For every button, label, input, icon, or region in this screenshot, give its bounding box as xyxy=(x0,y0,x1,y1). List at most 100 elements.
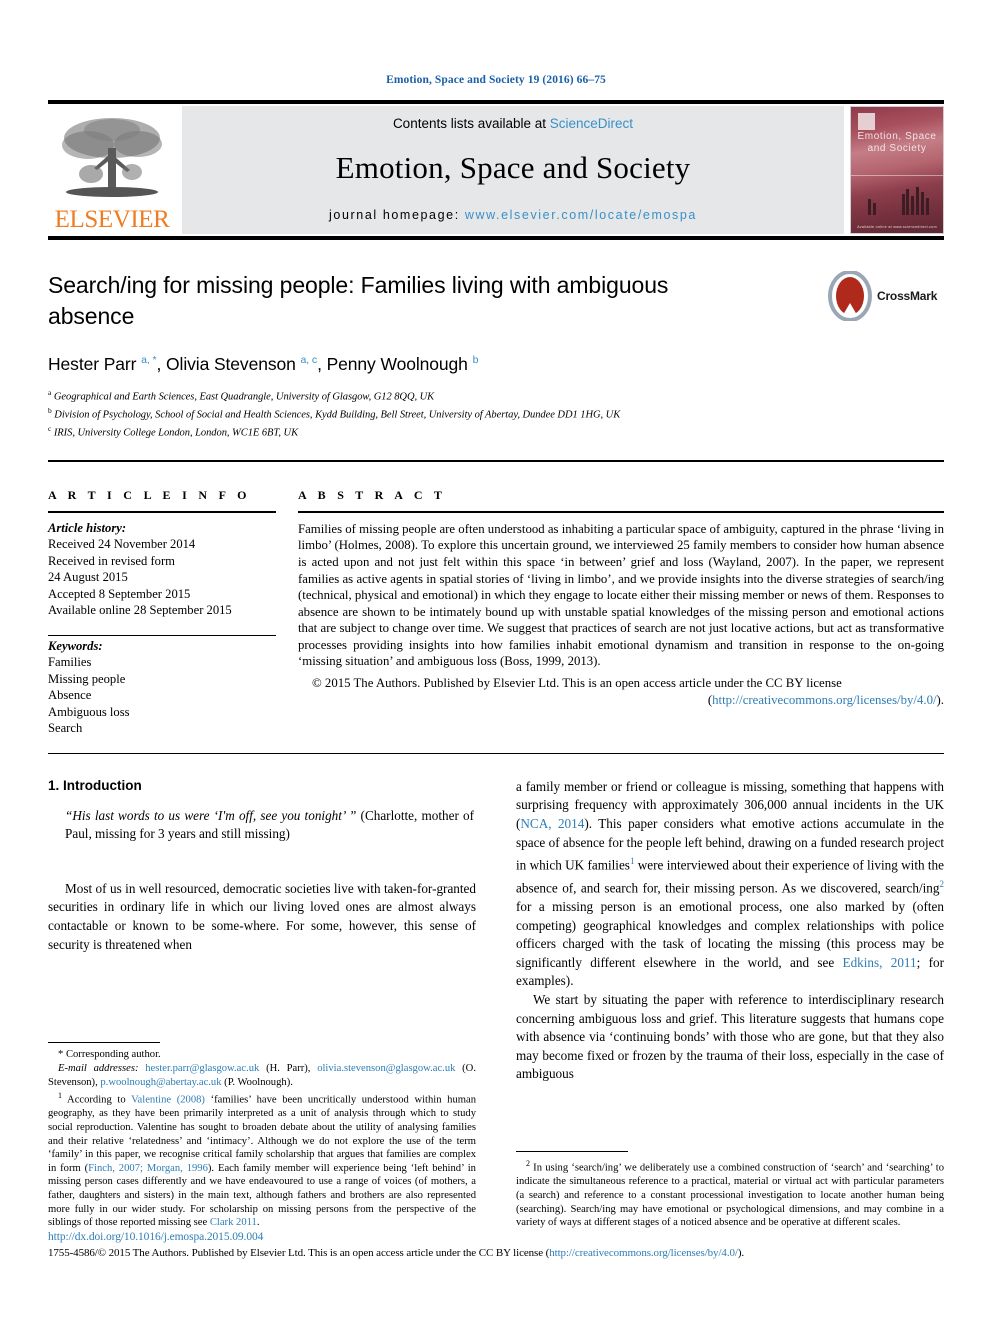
doi-link[interactable]: http://dx.doi.org/10.1016/j.emospa.2015.… xyxy=(48,1231,263,1243)
issn-copyright-text: 1755-4586/© 2015 The Authors. Published … xyxy=(48,1247,550,1259)
cover-elsevier-mark-icon xyxy=(858,113,875,130)
body-columns: 1. Introduction “His last words to us we… xyxy=(48,778,944,1230)
abstract-heading: A B S T R A C T xyxy=(298,487,447,502)
abstract-column: A B S T R A C T Families of missing peop… xyxy=(298,488,944,737)
journal-cover-thumbnail: Emotion, Space and Society Available onl… xyxy=(850,106,944,234)
affiliation-mark-b: b xyxy=(48,405,52,415)
footnote-1-text-d: . xyxy=(256,1217,260,1229)
footnotes-left: * Corresponding author. E-mail addresses… xyxy=(48,1042,476,1229)
license-paren-close: ). xyxy=(936,692,944,707)
footnote-2: 2 In using ‘search/ing’ we deliberately … xyxy=(516,1157,944,1230)
article-info-heading: A R T I C L E I N F O xyxy=(48,487,251,502)
intro-paragraph-right-2: We start by situating the paper with ref… xyxy=(516,992,944,1082)
cc-license-link[interactable]: http://creativecommons.org/licenses/by/4… xyxy=(712,693,936,707)
cc-license-link-bottom[interactable]: http://creativecommons.org/licenses/by/4… xyxy=(549,1247,738,1259)
article-history-item: Available online 28 September 2015 xyxy=(48,603,232,618)
article-history-item: Received in revised form xyxy=(48,553,175,568)
keyword-item: Ambiguous loss xyxy=(48,704,130,719)
email-name-woolnough: (P. Woolnough). xyxy=(221,1076,293,1088)
keyword-item: Search xyxy=(48,721,83,736)
footnote-emails: E-mail addresses: hester.parr@glasgow.ac… xyxy=(48,1062,476,1089)
journal-homepage-link[interactable]: www.elsevier.com/locate/emospa xyxy=(465,208,697,222)
section-heading-introduction: 1. Introduction xyxy=(48,777,142,793)
email-label: E-mail addresses: xyxy=(58,1063,139,1075)
affiliation-text-a: Geographical and Earth Sciences, East Qu… xyxy=(53,391,435,403)
article-history-label: Article history: xyxy=(48,520,127,535)
footnote-1-text-a: According to xyxy=(62,1094,132,1106)
issn-copyright-line: 1755-4586/© 2015 The Authors. Published … xyxy=(48,1247,944,1259)
email-link-woolnough[interactable]: p.woolnough@abertay.ac.uk xyxy=(100,1077,221,1088)
journal-title: Emotion, Space and Society xyxy=(335,150,691,185)
pull-quote-italic: “His last words to us were ‘I'm off, see… xyxy=(65,807,357,823)
keyword-item: Absence xyxy=(48,688,92,703)
affiliation-text-c: IRIS, University College London, London,… xyxy=(53,427,299,439)
article-info-column: A R T I C L E I N F O Article history: R… xyxy=(48,488,298,737)
masthead-bottom-rule xyxy=(48,236,944,240)
affiliation-c: c IRIS, University College London, Londo… xyxy=(48,422,944,440)
journal-masthead: ELSEVIER Contents lists available at Sci… xyxy=(48,100,944,240)
citation-nca-2014[interactable]: NCA, 2014 xyxy=(520,816,584,831)
elsevier-wordmark: ELSEVIER xyxy=(54,206,170,233)
article-history: Article history: Received 24 November 20… xyxy=(48,513,276,619)
body-column-left: 1. Introduction “His last words to us we… xyxy=(48,778,476,1230)
intro-paragraph-left: Most of us in well resourced, democratic… xyxy=(48,880,476,952)
footnote-rule xyxy=(48,1042,160,1044)
article-history-item: Accepted 8 September 2015 xyxy=(48,586,191,601)
keywords-block: Keywords: Families Missing people Absenc… xyxy=(48,636,276,737)
cover-footer-text: Available online at www.sciencedirect.co… xyxy=(857,225,937,229)
article-history-item: Received 24 November 2014 xyxy=(48,537,196,552)
article-page: Emotion, Space and Society 19 (2016) 66–… xyxy=(0,0,992,1323)
info-abstract-region: A R T I C L E I N F O Article history: R… xyxy=(48,488,944,737)
crossmark-icon xyxy=(828,271,872,321)
cover-title-line2: and Society xyxy=(867,143,927,154)
footnote-1: 1 According to Valentine (2008) ‘familie… xyxy=(48,1089,476,1229)
running-head: Emotion, Space and Society 19 (2016) 66–… xyxy=(386,74,606,86)
cover-title-line1: Emotion, Space xyxy=(857,131,937,142)
cover-posts-decoration xyxy=(851,183,943,216)
email-link-parr[interactable]: hester.parr@glasgow.ac.uk xyxy=(145,1063,259,1074)
elsevier-tree-icon xyxy=(62,118,162,197)
author-list: Hester Parr a, *, Olivia Stevenson a, c,… xyxy=(48,354,479,374)
abstract-license: (http://creativecommons.org/licenses/by/… xyxy=(298,692,944,709)
abstract-bottom-rule xyxy=(48,752,944,754)
citation-finch-morgan[interactable]: Finch, 2007; Morgan, 1996 xyxy=(88,1163,208,1174)
footnotes-right: 2 In using ‘search/ing’ we deliberately … xyxy=(516,1151,944,1230)
abstract-text: Families of missing people are often und… xyxy=(298,521,944,669)
affiliation-a: a Geographical and Earth Sciences, East … xyxy=(48,386,944,404)
affiliation-b: b Division of Psychology, School of Soci… xyxy=(48,404,944,422)
journal-homepage-line: journal homepage: www.elsevier.com/locat… xyxy=(329,208,697,222)
email-name-parr: (H. Parr), xyxy=(259,1063,318,1075)
footnote-corresponding: * Corresponding author. xyxy=(48,1048,476,1062)
affiliation-text-b: Division of Psychology, School of Social… xyxy=(54,409,621,421)
bottom-copyright-block: http://dx.doi.org/10.1016/j.emospa.2015.… xyxy=(48,1231,944,1259)
footnote-2-text: In using ‘search/ing’ we deliberately us… xyxy=(516,1162,944,1229)
body-column-right: a family member or friend or colleague i… xyxy=(516,778,944,1230)
affiliation-list: a Geographical and Earth Sciences, East … xyxy=(48,386,944,440)
citation-clark-2011[interactable]: Clark 2011 xyxy=(210,1217,257,1228)
title-block: CrossMark Search/ing for missing people:… xyxy=(48,270,944,440)
keyword-item: Families xyxy=(48,655,92,670)
masthead-top-rule xyxy=(48,100,944,104)
title-section-rule xyxy=(48,459,944,462)
email-link-stevenson[interactable]: olivia.stevenson@glasgow.ac.uk xyxy=(317,1063,455,1074)
article-history-item: 24 August 2015 xyxy=(48,570,128,585)
issn-close-paren: ). xyxy=(737,1247,745,1259)
crossmark-label: CrossMark xyxy=(877,289,938,303)
intro-paragraph-right-1: a family member or friend or colleague i… xyxy=(516,778,944,991)
footnote-ref-2[interactable]: 2 xyxy=(940,879,945,889)
cover-title: Emotion, Space and Society xyxy=(851,131,943,155)
crossmark-badge[interactable]: CrossMark xyxy=(828,266,944,326)
doi-line[interactable]: http://dx.doi.org/10.1016/j.emospa.2015.… xyxy=(48,1231,944,1243)
affiliation-mark-c: c xyxy=(48,423,52,433)
masthead-center: Contents lists available at ScienceDirec… xyxy=(182,106,844,234)
pull-quote: “His last words to us were ‘I'm off, see… xyxy=(48,807,476,844)
citation-edkins-2011[interactable]: Edkins, 2011 xyxy=(843,955,917,970)
masthead-row: ELSEVIER Contents lists available at Sci… xyxy=(48,106,944,234)
footnote-rule xyxy=(516,1151,628,1153)
contents-prefix: Contents lists available at xyxy=(392,116,550,131)
sciencedirect-link[interactable]: ScienceDirect xyxy=(550,116,633,131)
citation-valentine-2008[interactable]: Valentine (2008) xyxy=(131,1095,205,1106)
cover-horizon-line xyxy=(851,175,943,177)
